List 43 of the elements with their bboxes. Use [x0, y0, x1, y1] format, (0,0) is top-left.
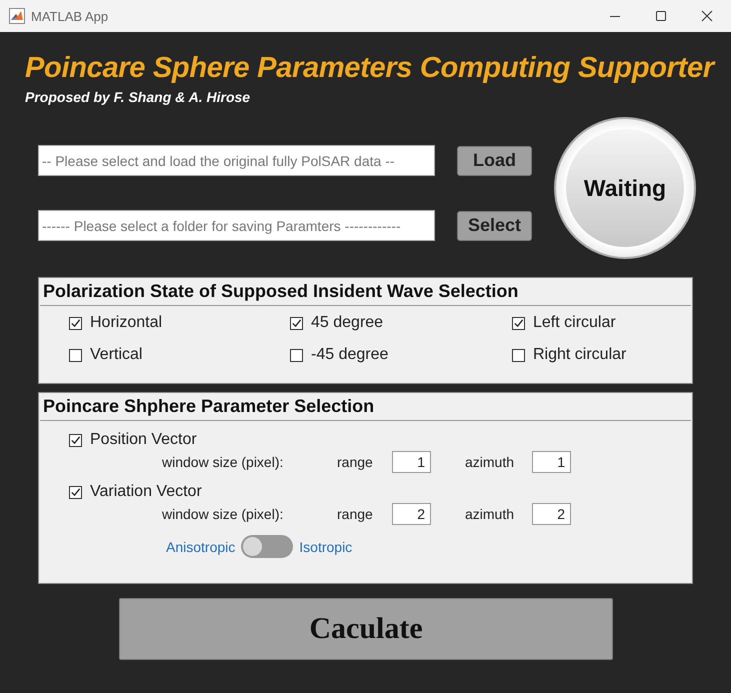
status-label: Waiting: [584, 174, 666, 202]
range-field[interactable]: 2: [392, 503, 431, 525]
app-title: Poincare Sphere Parameters Computing Supporter: [25, 52, 716, 85]
checkbox[interactable]: [69, 316, 82, 330]
file-button[interactable]: Select: [457, 210, 532, 240]
azimuth-label: azimuth: [465, 454, 514, 470]
file-button[interactable]: Load: [457, 146, 532, 176]
checkbox-label: Position Vector: [90, 431, 197, 449]
checkbox-label: Vertical: [90, 346, 142, 364]
checkbox-label: Right circular: [533, 346, 626, 364]
panel-title: Polarization State of Supposed Insident Wave Selection: [40, 278, 691, 306]
checkbox-label: 45 degree: [311, 314, 384, 332]
checkbox-label: Horizontal: [90, 314, 162, 332]
window-title: MATLAB App: [31, 8, 108, 24]
close-icon[interactable]: [701, 10, 713, 22]
checkbox-label: Left circular: [533, 314, 616, 332]
input-field[interactable]: ------ Please select a folder for saving Paramters ------------: [38, 210, 435, 241]
checkbox[interactable]: [69, 434, 82, 446]
input-field[interactable]: -- Please select and load the original fully PolSAR data --: [38, 145, 435, 176]
checkbox[interactable]: [290, 316, 303, 330]
range-field[interactable]: 1: [392, 451, 431, 473]
app-icon: [9, 8, 25, 24]
checkbox[interactable]: [512, 316, 525, 330]
checkbox[interactable]: [69, 348, 82, 362]
switch-label: Isotropic: [299, 538, 352, 554]
azimuth-field[interactable]: 2: [532, 503, 572, 525]
checkbox-label: -45 degree: [311, 346, 388, 364]
checkbox[interactable]: [69, 486, 82, 498]
toggle-switch[interactable]: [241, 535, 294, 558]
checkbox[interactable]: [290, 348, 303, 362]
window-size-label: window size (pixel):: [162, 454, 284, 470]
azimuth-field[interactable]: 1: [532, 451, 572, 473]
app-subtitle: Proposed by F. Shang & A. Hirose: [25, 89, 252, 105]
maximize-icon[interactable]: [655, 10, 667, 22]
range-label: range: [337, 506, 374, 522]
azimuth-label: azimuth: [465, 506, 514, 522]
switch-label: Anisotropic: [166, 538, 236, 554]
calculate-button[interactable]: Caculate: [119, 598, 613, 660]
window-size-label: window size (pixel):: [162, 506, 284, 522]
range-label: range: [337, 454, 374, 470]
checkbox[interactable]: [512, 348, 525, 362]
checkbox-label: Variation Vector: [90, 483, 202, 501]
panel-title: Poincare Shphere Parameter Selection: [40, 393, 691, 421]
